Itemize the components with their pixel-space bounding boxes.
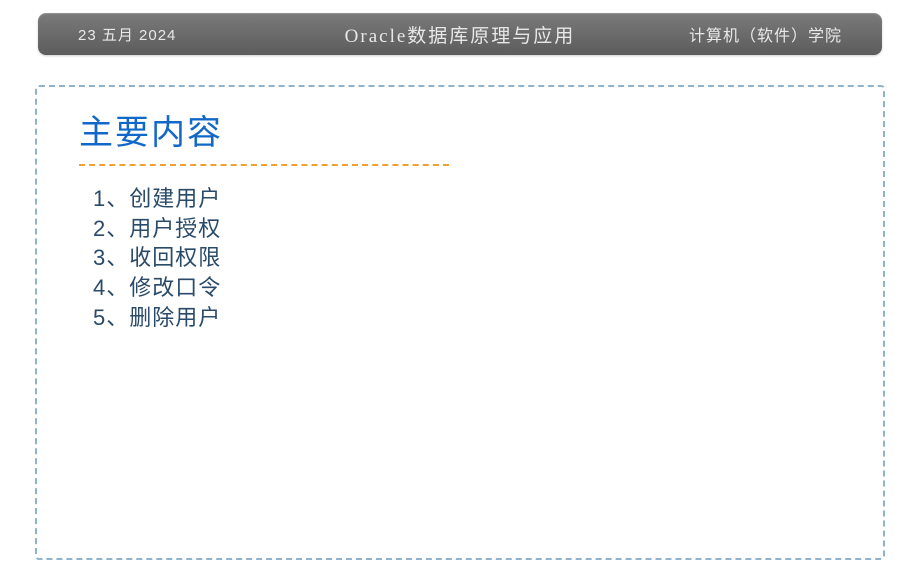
section-title: 主要内容 [79,105,223,162]
list-item: 5、删除用户 [93,303,841,333]
list-item: 3、收回权限 [93,243,841,273]
content-list: 1、创建用户 2、用户授权 3、收回权限 4、修改口令 5、删除用户 [93,184,841,332]
header-date: 23 五月 2024 [78,24,176,45]
title-underline [79,164,449,166]
list-item: 4、修改口令 [93,273,841,303]
header-organization: 计算机（软件）学院 [689,22,842,46]
header-title: Oracle数据库原理与应用 [345,21,576,48]
list-item: 2、用户授权 [93,214,841,244]
header-bar: 23 五月 2024 Oracle数据库原理与应用 计算机（软件）学院 [38,13,882,55]
content-box: 主要内容 1、创建用户 2、用户授权 3、收回权限 4、修改口令 5、删除用户 [35,85,885,560]
list-item: 1、创建用户 [93,184,841,214]
